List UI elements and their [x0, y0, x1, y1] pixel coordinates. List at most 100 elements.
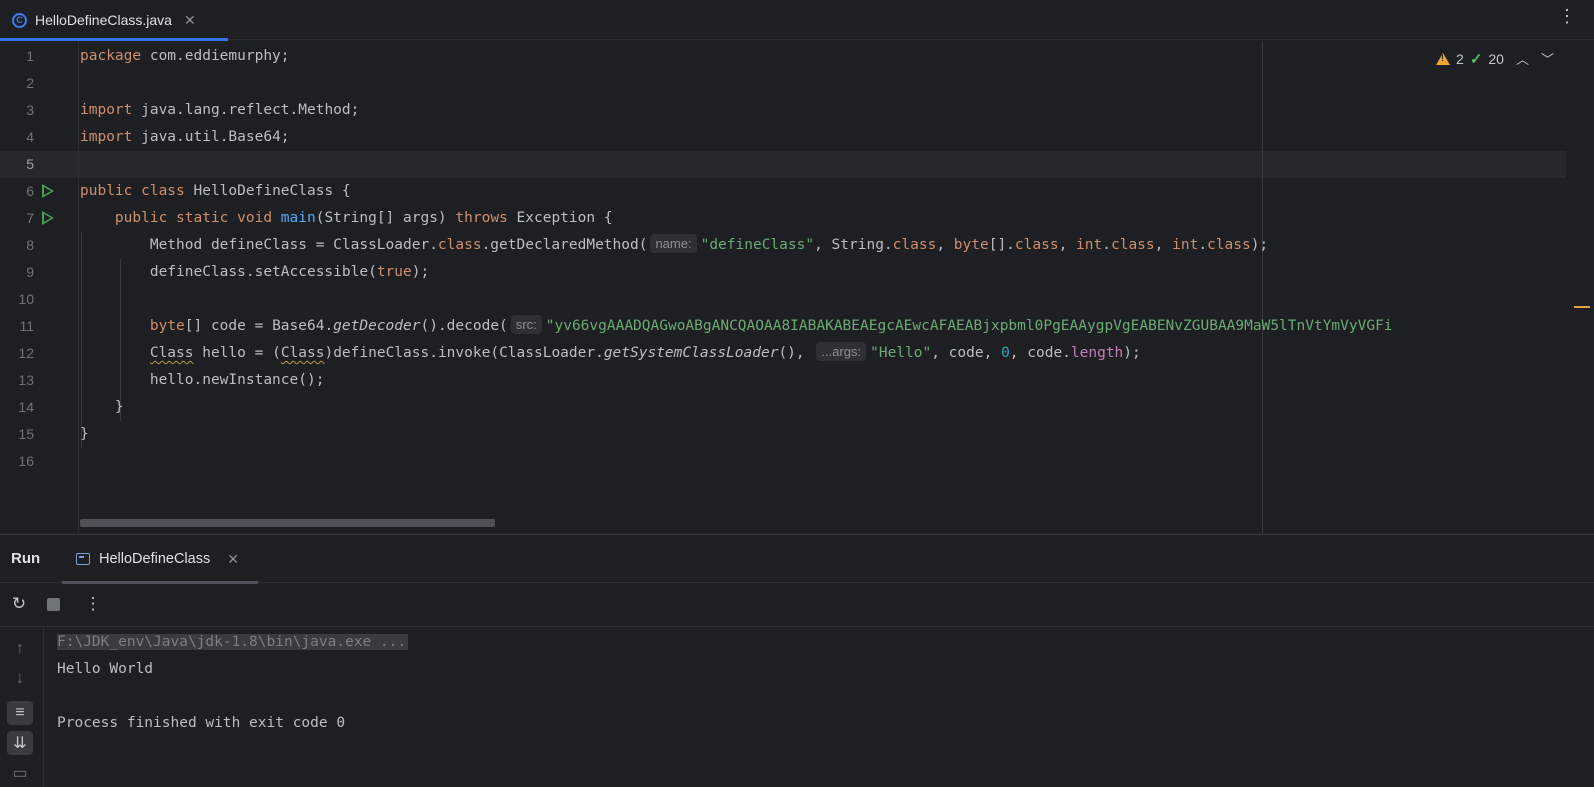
code-line-14: }	[80, 399, 124, 415]
code-text: .	[1102, 237, 1111, 253]
run-main-icon[interactable]	[42, 211, 54, 225]
chevron-up-icon[interactable]: ︿	[1516, 49, 1529, 68]
code-line-3: import java.lang.reflect.Method;	[80, 97, 359, 124]
command-line[interactable]: F:\JDK_env\Java\jdk-1.8\bin\java.exe ...	[57, 634, 409, 650]
number-literal: 0	[1001, 345, 1010, 361]
editor-tab-bar: C HelloDefineClass.java ✕ ⋮	[0, 0, 1594, 41]
code-text: )defineClass.invoke(ClassLoader.	[324, 345, 604, 361]
string-literal: "Hello"	[870, 345, 932, 361]
typo-check-icon: ✓	[1469, 50, 1483, 68]
parameter-hint: ...args:	[816, 342, 867, 361]
method-name: main	[272, 210, 316, 226]
string-literal: "yv66vgAAADQAGwoABgANCQAOAA8IABAKABEAEgc…	[545, 318, 1393, 334]
line-number: 6	[26, 183, 34, 199]
field-name: length	[1070, 345, 1124, 361]
parameter-hint: src:	[510, 315, 542, 334]
code-line-9: defineClass.setAccessible(true);	[80, 259, 429, 286]
line-number: 9	[26, 264, 34, 280]
code-text: ().decode(	[420, 318, 508, 334]
keyword: true	[376, 264, 412, 280]
warning-text: Class	[280, 345, 325, 361]
code-text: hello = (	[193, 345, 281, 361]
console-line: Hello World	[57, 661, 154, 677]
static-method: getSystemClassLoader	[603, 345, 779, 361]
run-toolbar: ↻ ⋮	[0, 583, 1594, 627]
line-number: 3	[26, 102, 34, 118]
line-number: 1	[26, 48, 34, 64]
code-line-13: hello.newInstance();	[80, 372, 325, 388]
keyword: int	[1076, 237, 1103, 253]
code-line-15: }	[80, 426, 89, 442]
more-options-icon[interactable]: ⋮	[82, 593, 104, 615]
chevron-down-icon[interactable]: ﹀	[1541, 49, 1554, 68]
close-icon[interactable]: ✕	[227, 551, 239, 568]
keyword: int	[1172, 237, 1199, 253]
keyword: class	[1014, 237, 1059, 253]
line-number: 2	[26, 75, 34, 91]
keyword: public static void	[114, 210, 273, 226]
code-line-11: byte[] code = Base64.getDecoder().decode…	[80, 313, 1393, 340]
code-text: java.lang.reflect.Method;	[132, 102, 360, 118]
code-text: .getDeclaredMethod(	[481, 237, 648, 253]
code-text: ,	[936, 237, 954, 253]
code-area[interactable]: package com.eddiemurphy; import java.lan…	[80, 43, 1560, 519]
line-number: 12	[18, 345, 34, 361]
run-tool-window: Run HelloDefineClass ✕ ↻ ⋮ ↑ ↓ ≡ ⇊ ▭ F:\…	[0, 534, 1594, 787]
keyword: byte	[149, 318, 185, 334]
code-text: ,	[1058, 237, 1077, 253]
stop-icon	[46, 597, 60, 611]
editor-tab-hellodefineclass[interactable]: C HelloDefineClass.java ✕	[0, 0, 228, 41]
code-text: .	[1198, 237, 1208, 253]
arrow-down-icon[interactable]: ↓	[7, 667, 33, 691]
vertical-scrollbar[interactable]	[1574, 41, 1590, 533]
code-text: java.util.Base64;	[132, 129, 290, 145]
java-class-icon: C	[12, 12, 27, 28]
keyword: import	[80, 129, 133, 145]
line-number: 4	[26, 129, 34, 145]
keyword: byte	[953, 237, 989, 253]
code-text: (),	[778, 345, 814, 361]
code-editor[interactable]: 1 2 3 4 5 6 7 8 9 10 11 12 13 14 15 16 p…	[0, 41, 1594, 533]
keyword: throws	[455, 210, 508, 226]
run-tab-hellodefineclass[interactable]: HelloDefineClass ✕	[62, 535, 258, 584]
soft-wrap-icon[interactable]: ≡	[7, 701, 33, 725]
line-number: 5	[26, 156, 34, 172]
code-text: ,	[1154, 237, 1173, 253]
code-text: );	[411, 264, 430, 280]
gutter: 1 2 3 4 5 6 7 8 9 10 11 12 13 14 15 16	[0, 41, 78, 533]
warning-marker[interactable]	[1574, 306, 1590, 308]
keyword: class	[437, 237, 482, 253]
line-number: 15	[18, 426, 34, 442]
more-options-icon[interactable]: ⋮	[1558, 6, 1576, 27]
warning-icon	[1436, 52, 1451, 65]
code-text: Method defineClass = ClassLoader.	[80, 237, 438, 253]
scroll-to-end-icon[interactable]: ⇊	[7, 731, 33, 755]
line-number: 8	[26, 237, 34, 253]
arrow-up-icon[interactable]: ↑	[7, 637, 33, 661]
code-text: defineClass.setAccessible(	[80, 264, 377, 280]
keyword: class	[892, 237, 937, 253]
run-header: Run HelloDefineClass ✕	[0, 535, 1594, 584]
console-side-toolbar: ↑ ↓ ≡ ⇊ ▭	[0, 627, 44, 787]
line-number: 11	[19, 318, 34, 334]
code-text: , code,	[931, 345, 1002, 361]
typo-count: 20	[1488, 50, 1504, 67]
code-text: (String[] args)	[315, 210, 456, 226]
keyword: import	[80, 102, 133, 118]
inspection-widget[interactable]: 2 ✓ 20 ︿ ﹀	[1436, 49, 1554, 68]
code-line-1: package com.eddiemurphy;	[80, 43, 290, 70]
keyword: class	[1110, 237, 1155, 253]
keyword: class	[1207, 237, 1251, 253]
run-class-icon[interactable]	[42, 184, 54, 198]
string-literal: "defineClass"	[700, 237, 815, 253]
print-icon[interactable]: ▭	[7, 761, 33, 785]
code-text: [].	[988, 237, 1015, 253]
rerun-icon[interactable]: ↻	[8, 593, 30, 615]
code-line-7: public static void main(String[] args) t…	[80, 205, 613, 232]
close-icon[interactable]: ✕	[184, 12, 196, 29]
stop-button[interactable]	[42, 593, 64, 615]
horizontal-scrollbar[interactable]	[80, 519, 495, 527]
gutter-separator	[78, 41, 79, 533]
